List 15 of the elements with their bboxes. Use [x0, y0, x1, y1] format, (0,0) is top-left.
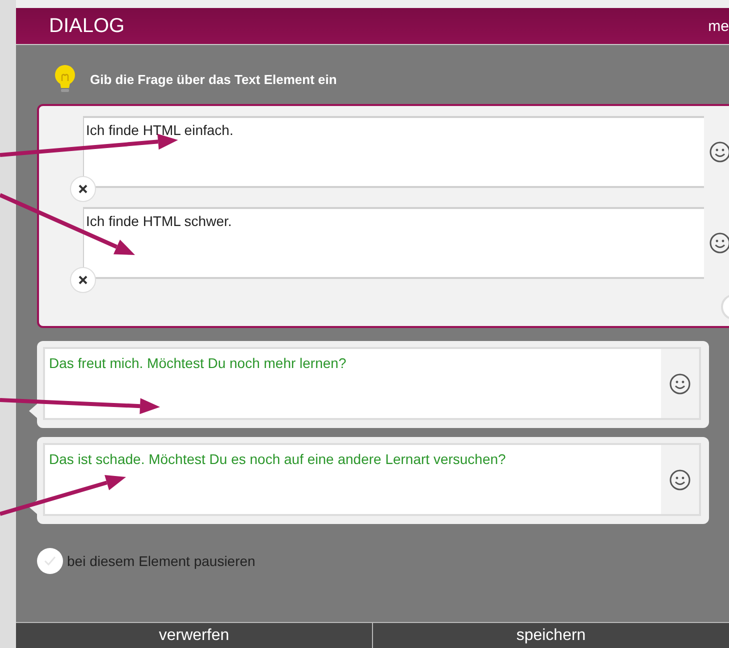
dialog-title: DIALOG: [49, 14, 125, 38]
answer-field[interactable]: Ich finde HTML schwer.: [83, 207, 704, 279]
answer-field[interactable]: Ich finde HTML einfach.: [83, 116, 704, 188]
pause-label: bei diesem Element pausieren: [67, 553, 256, 569]
header-link[interactable]: me: [708, 18, 729, 34]
delete-button[interactable]: [70, 267, 96, 293]
pause-checkbox[interactable]: [37, 548, 63, 574]
smiley-icon[interactable]: [709, 232, 729, 254]
check-icon: [43, 555, 57, 567]
close-icon: [78, 184, 88, 194]
close-icon: [78, 275, 88, 285]
smiley-icon[interactable]: [709, 141, 729, 163]
hint-text: Gib die Frage über das Text Element ein: [90, 72, 337, 86]
delete-button[interactable]: [70, 176, 96, 202]
lightbulb-icon: [52, 64, 78, 94]
